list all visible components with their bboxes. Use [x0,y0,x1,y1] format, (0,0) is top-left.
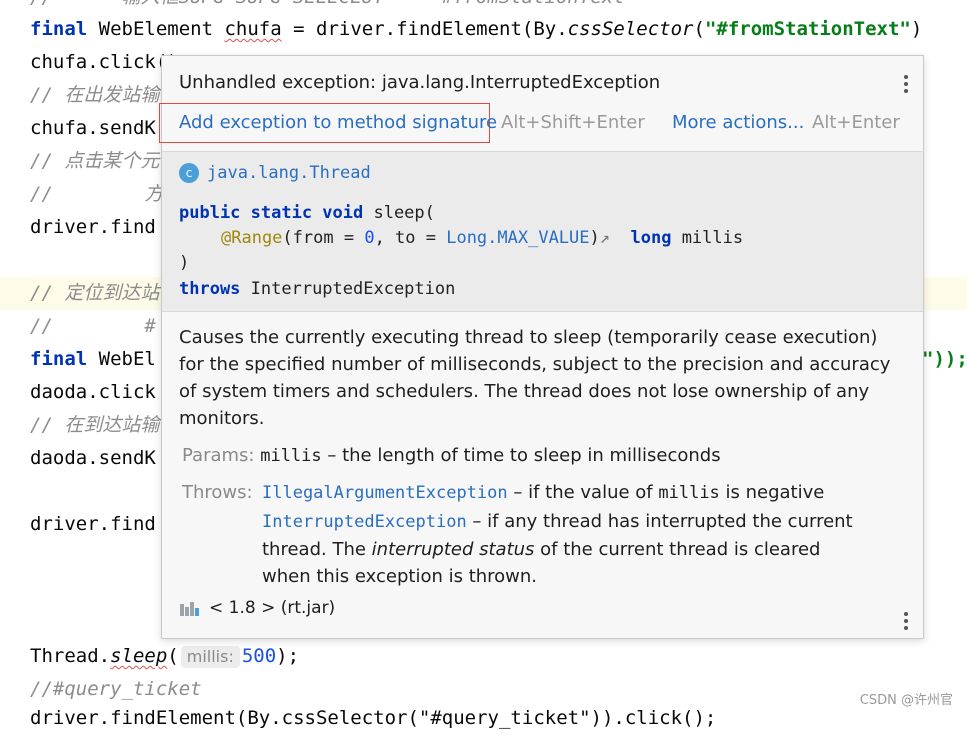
throws-item-1: IllegalArgumentException – if the value … [262,482,825,503]
add-exception-action[interactable]: Add exception to method signature [179,103,497,143]
illegal-argument-exception-link[interactable]: IllegalArgumentException [262,483,508,503]
library-footer: < 1.8 > (rt.jar) [179,598,335,618]
method-signature-section: c java.lang.Thread public static void sle… [162,151,923,312]
class-name[interactable]: java.lang.Thread [207,163,371,183]
method-description: Causes the currently executing thread to… [179,327,891,429]
library-icon [179,599,203,617]
interrupted-exception-link[interactable]: InterruptedException [262,512,467,532]
footer-more-options-icon[interactable] [901,610,911,632]
code-line-comment: // # [30,315,156,337]
code-line-comment: // 定位到达站 [30,282,160,304]
class-icon: c [179,163,199,183]
throws-label-row: Throws: [182,479,253,506]
params-row: Params: millis – the length of time to s… [182,442,721,470]
quick-doc-popup: Unhandled exception: java.lang.Interrupt… [159,55,924,639]
code-line-comment: // 点击某个元 [30,150,160,172]
code-line-comment: // 在到达站输 [30,414,160,436]
throws-label: Throws: [182,482,253,503]
more-actions-link[interactable]: More actions... [672,103,804,143]
params-label: Params: [182,445,255,466]
code-line-thread-sleep: Thread.sleep(millis: 500); [30,645,300,668]
signature-line-1: public static void sleep( [179,203,435,223]
code-line: daoda.click [30,381,156,403]
primary-action-shortcut: Alt+Shift+Enter [501,112,645,133]
library-version: < 1.8 > (rt.jar) [209,598,336,618]
code-line-comment: // 输入框SUPG SUPG SELECLUT #fromStationTex… [30,0,625,14]
code-line: driver.find [30,216,156,238]
code-line: daoda.sendK [30,447,156,469]
external-link-icon[interactable]: ↗ [600,228,610,248]
throws-item-2: InterruptedException – if any thread has… [262,511,853,587]
code-line-comment: // 在出发站输 [30,84,160,106]
code-line: driver.findElement(By.cssSelector("#quer… [30,707,717,729]
more-options-icon[interactable] [901,73,911,95]
watermark: CSDN @许州官 [859,693,953,708]
popup-title: Unhandled exception: java.lang.Interrupt… [179,72,661,93]
signature-line-2: @Range(from = 0, to = Long.MAX_VALUE)↗ l… [221,228,744,248]
popup-header: Unhandled exception: java.lang.Interrupt… [159,56,923,151]
code-line: driver.find [30,513,156,535]
code-line: final WebEl [30,348,156,370]
code-line: final WebElement chufa = driver.findElem… [30,18,923,40]
code-line-tail: ")); [922,348,967,370]
parameter-hint: millis: [180,646,240,668]
class-reference[interactable]: c java.lang.Thread [179,163,371,183]
param-description: – the length of time to sleep in millise… [321,445,721,466]
code-line: chufa.sendK [30,117,156,139]
signature-line-3: ) [179,253,190,273]
more-actions-shortcut: Alt+Enter [812,112,900,133]
param-name: millis [260,446,322,466]
code-line-comment: // 方 [30,183,164,205]
signature-throws: throws InterruptedException [179,279,456,299]
